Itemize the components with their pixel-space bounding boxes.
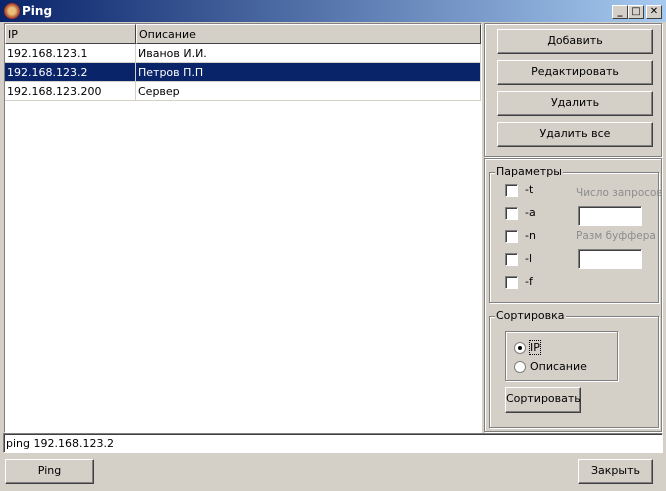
delete-all-button[interactable]: Удалить все: [497, 122, 653, 147]
minimize-button[interactable]: _: [612, 5, 628, 19]
option-l-label: -l: [525, 252, 533, 265]
option-f-checkbox[interactable]: [505, 276, 518, 289]
buffer-size-input[interactable]: [578, 249, 642, 269]
add-button[interactable]: Добавить: [497, 29, 653, 54]
window-title: Ping: [22, 4, 53, 18]
column-header-ip[interactable]: IP: [5, 24, 136, 44]
sort-description-radio[interactable]: [514, 361, 526, 373]
cell-ip: 192.168.123.1: [5, 44, 136, 63]
request-count-input[interactable]: [578, 206, 642, 226]
option-a-checkbox[interactable]: [505, 207, 518, 220]
sort-button[interactable]: Сортировать: [505, 387, 581, 413]
request-count-label: Число запросов: [576, 187, 663, 199]
table-row[interactable]: 192.168.123.1 Иванов И.И.: [5, 44, 481, 63]
option-f-label: -f: [525, 275, 533, 288]
table-row[interactable]: 192.168.123.200 Сервер: [5, 82, 481, 101]
command-input[interactable]: ping 192.168.123.2: [3, 433, 663, 453]
option-n-label: -n: [525, 229, 536, 242]
cell-ip: 192.168.123.200: [5, 82, 136, 101]
close-window-button[interactable]: ✕: [646, 5, 662, 19]
option-t-label: -t: [525, 183, 534, 196]
column-header-description[interactable]: Описание: [136, 24, 481, 44]
option-n-checkbox[interactable]: [505, 230, 518, 243]
sort-options-box: [505, 331, 618, 381]
option-l-checkbox[interactable]: [505, 253, 518, 266]
cell-description: Петров П.П: [136, 63, 481, 82]
table-row-selected[interactable]: 192.168.123.2 Петров П.П: [5, 63, 481, 82]
host-table[interactable]: IP Описание 192.168.123.1 Иванов И.И. 19…: [4, 23, 482, 433]
option-a-label: -a: [525, 206, 536, 219]
edit-button[interactable]: Редактировать: [497, 60, 653, 85]
maximize-button[interactable]: □: [628, 5, 644, 19]
sort-ip-label[interactable]: IP: [529, 340, 541, 355]
cell-description: Сервер: [136, 82, 481, 101]
delete-button[interactable]: Удалить: [497, 91, 653, 116]
cell-description: Иванов И.И.: [136, 44, 481, 63]
close-button[interactable]: Закрыть: [578, 459, 653, 484]
title-bar: Ping _ □ ✕: [0, 0, 666, 22]
sort-ip-radio[interactable]: [514, 342, 526, 354]
sort-description-label[interactable]: Описание: [530, 360, 587, 373]
ping-button[interactable]: Ping: [5, 459, 94, 484]
buffer-size-label: Разм буффера: [576, 230, 656, 242]
app-icon: [4, 3, 20, 19]
sort-group-title: Сортировка: [495, 309, 566, 322]
cell-ip: 192.168.123.2: [5, 63, 136, 82]
option-t-checkbox[interactable]: [505, 184, 518, 197]
params-group-title: Параметры: [495, 165, 563, 178]
